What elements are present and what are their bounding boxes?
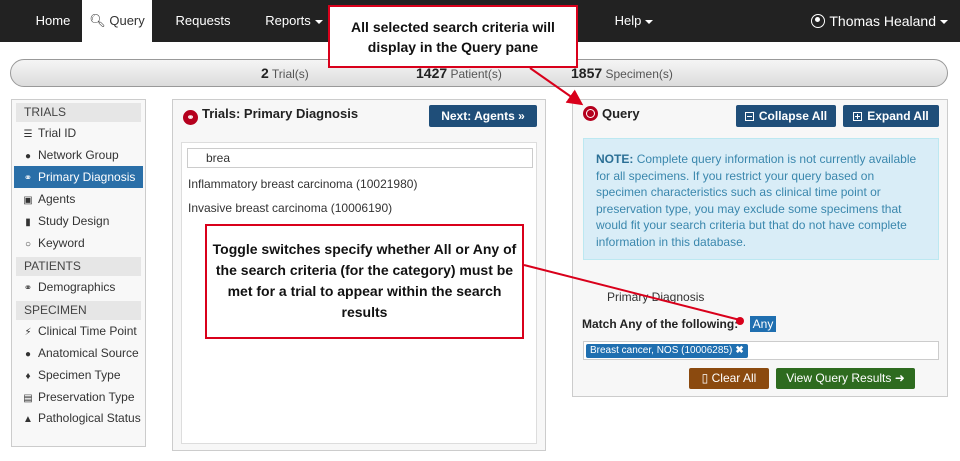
expand-all-button[interactable]: Expand All [843, 105, 939, 127]
search-icon: ○ [24, 239, 32, 250]
person-icon: ● [24, 349, 32, 360]
nav-reports[interactable]: Reports [258, 0, 330, 42]
selected-criteria-box: Breast cancer, NOS (10006285) ✖ [583, 341, 939, 360]
sidebar-header-trials: TRIALS [16, 103, 141, 122]
nav-reports-label: Reports [265, 13, 311, 28]
bolt-icon: ⚡︎ [24, 327, 32, 338]
sidebar-item-specimen-type[interactable]: ♦ Specimen Type [14, 364, 143, 386]
eraser-icon: ▯ [701, 371, 709, 385]
next-agents-button[interactable]: Next: Agents » [429, 105, 537, 127]
match-label: Match Any of the following: [582, 317, 739, 331]
nav-help[interactable]: Help [604, 0, 664, 42]
double-chevron-right-icon: » [518, 109, 525, 123]
callout-query-pane: All selected search criteria will displa… [328, 5, 578, 68]
list-item[interactable]: Inflammatory breast carcinoma (10021980) [188, 177, 417, 191]
sidebar-header-patients: PATIENTS [16, 257, 141, 276]
bar-chart-icon: ▮ [25, 217, 31, 228]
remove-tag-icon[interactable]: ✖ [735, 345, 743, 356]
sidebar-item-demographics[interactable]: ⚭ Demographics [14, 276, 143, 298]
caret-down-icon [645, 19, 654, 24]
user-menu[interactable]: Thomas Healand [811, 0, 948, 42]
clear-all-button[interactable]: ▯ Clear All [689, 368, 769, 389]
nav-home[interactable]: Home [24, 0, 82, 42]
query-search-icon [583, 106, 598, 121]
medkit-icon: ▣ [23, 195, 33, 206]
sidebar-item-anatomical-source[interactable]: ● Anatomical Source [14, 342, 143, 364]
query-category-label: Primary Diagnosis [607, 290, 705, 304]
callout-toggle-switches: Toggle switches specify whether All or A… [205, 224, 524, 339]
sidebar-item-clinical-time-point[interactable]: ⚡︎ Clinical Time Point [14, 320, 143, 342]
diagnosis-search-input[interactable] [187, 148, 533, 168]
caret-down-icon [314, 19, 323, 24]
match-any-all-toggle[interactable]: Any [750, 316, 776, 332]
sidebar-item-agents[interactable]: ▣ Agents [14, 188, 143, 210]
list-icon: ☰ [23, 129, 33, 140]
nav-requests[interactable]: Requests [166, 0, 240, 42]
trials-count: 2 Trial(s) [261, 65, 309, 81]
query-note: NOTE: Complete query information is not … [583, 138, 939, 260]
minus-square-icon [744, 112, 754, 121]
flask-icon: ▲ [23, 414, 33, 425]
sidebar-item-network-group[interactable]: ● Network Group [14, 144, 143, 166]
plus-square-icon [853, 112, 863, 121]
category-sidebar: TRIALS ☰ Trial ID ● Network Group ⚭ Primary… [11, 99, 146, 447]
criteria-tag: Breast cancer, NOS (10006285) ✖ [586, 344, 748, 358]
list-item[interactable]: Invasive breast carcinoma (10006190) [188, 201, 392, 215]
query-title: Query [583, 106, 640, 121]
caret-down-icon [940, 20, 948, 25]
sidebar-item-keyword[interactable]: ○ Keyword [14, 232, 143, 254]
nav-help-label: Help [614, 13, 642, 28]
user-name: Thomas Healand [829, 13, 936, 29]
sidebar-item-trial-id[interactable]: ☰ Trial ID [14, 122, 143, 144]
sidebar-item-primary-diagnosis[interactable]: ⚭ Primary Diagnosis [14, 166, 143, 188]
stethoscope-icon: ⚭ [23, 173, 33, 184]
collapse-all-button[interactable]: Collapse All [736, 105, 836, 127]
query-panel: Query Collapse All Expand All NOTE: Comp… [572, 99, 948, 397]
stethoscope-icon: ⚭ [183, 110, 198, 125]
panel-title: ⚭ Trials: Primary Diagnosis [183, 106, 358, 125]
sidebar-item-study-design[interactable]: ▮ Study Design [14, 210, 143, 232]
search-icon: 🔍︎ [89, 13, 106, 28]
nav-query[interactable]: 🔍︎ Query [82, 0, 152, 42]
drop-icon: ♦ [25, 371, 31, 382]
gender-icon: ⚭ [23, 283, 33, 294]
user-circle-icon [811, 14, 826, 28]
users-icon: ● [24, 151, 32, 162]
arrow-right-icon: ➜ [894, 371, 905, 385]
sidebar-item-pathological-status[interactable]: ▲ Pathological Status [14, 408, 143, 442]
view-query-results-button[interactable]: View Query Results ➜ [776, 368, 915, 389]
nav-query-label: Query [109, 13, 145, 28]
sidebar-item-preservation-type[interactable]: ▤ Preservation Type [14, 386, 143, 408]
sidebar-header-specimen: SPECIMEN [16, 301, 141, 320]
specimens-count: 1857 Specimen(s) [571, 65, 673, 81]
archive-icon: ▤ [23, 393, 33, 404]
